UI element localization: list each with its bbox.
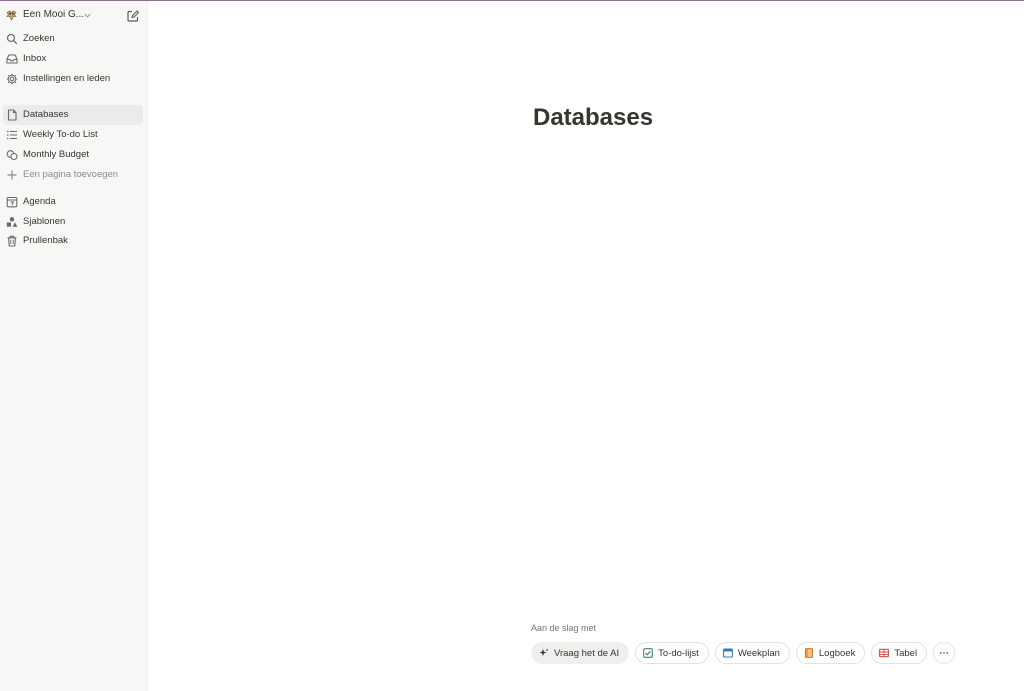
table-icon bbox=[879, 648, 890, 658]
sidebar-item-label: Agenda bbox=[23, 196, 56, 207]
trash-icon bbox=[7, 235, 17, 247]
owl-icon bbox=[6, 10, 17, 21]
workspace-name: Een Mooi G... bbox=[23, 9, 85, 20]
sidebar-item-templates[interactable]: Sjablonen bbox=[3, 212, 143, 232]
sidebar-item-add-page[interactable]: Een pagina toevoegen bbox=[3, 165, 143, 185]
sidebar-item-weekly-todo[interactable]: Weekly To-do List bbox=[3, 125, 143, 145]
sidebar-item-label: Een pagina toevoegen bbox=[23, 169, 119, 180]
search-icon bbox=[6, 33, 18, 45]
sidebar-item-label: Inbox bbox=[23, 53, 47, 64]
sidebar-item-label: Instellingen en leden bbox=[23, 73, 111, 84]
todo-list-chip[interactable]: To-do-lijst bbox=[635, 642, 709, 664]
sidebar-item-label: Prullenbak bbox=[23, 235, 68, 246]
getting-started-chips: Vraag het de AI To-do-lijst Weekplan Log… bbox=[531, 642, 956, 664]
calendar-window-icon bbox=[722, 648, 733, 658]
new-page-icon[interactable] bbox=[126, 9, 140, 23]
sidebar-item-databases[interactable]: Databases bbox=[3, 105, 143, 125]
calendar-icon bbox=[6, 196, 18, 208]
sidebar-item-monthly-budget[interactable]: Monthly Budget bbox=[3, 145, 143, 165]
sidebar-item-trash[interactable]: Prullenbak bbox=[3, 231, 143, 251]
sidebar-item-label: Monthly Budget bbox=[23, 149, 90, 160]
checkbox-icon bbox=[643, 648, 654, 658]
page-title[interactable]: Databases bbox=[533, 104, 653, 132]
coins-icon bbox=[6, 150, 18, 161]
page-icon bbox=[7, 109, 17, 121]
ellipsis-icon bbox=[939, 652, 949, 654]
sidebar-item-label: Sjablonen bbox=[23, 216, 66, 227]
table-chip[interactable]: Tabel bbox=[871, 642, 928, 664]
gear-icon bbox=[6, 73, 18, 85]
sidebar-item-search[interactable]: Zoeken bbox=[3, 29, 143, 49]
inbox-icon bbox=[6, 54, 18, 64]
chip-label: Logboek bbox=[818, 647, 856, 659]
list-icon bbox=[7, 130, 17, 140]
plus-icon bbox=[7, 170, 17, 180]
chip-label: Tabel bbox=[894, 647, 918, 659]
sidebar-item-label: Databases bbox=[23, 109, 69, 120]
sparkle-icon bbox=[539, 648, 549, 656]
window-top-border bbox=[0, 0, 1024, 1]
sidebar-item-settings[interactable]: Instellingen en leden bbox=[3, 69, 143, 89]
shapes-icon bbox=[6, 217, 18, 227]
logbook-chip[interactable]: Logboek bbox=[795, 642, 866, 664]
book-icon bbox=[804, 648, 813, 658]
more-options-button[interactable] bbox=[933, 642, 956, 664]
sidebar: Een Mooi G... Zoeken Inbox Instellingen … bbox=[0, 1, 148, 691]
sidebar-item-inbox[interactable]: Inbox bbox=[3, 49, 143, 69]
getting-started-label: Aan de slag met bbox=[531, 623, 597, 633]
chevron-down-icon bbox=[84, 13, 91, 18]
sidebar-item-label: Weekly To-do List bbox=[23, 129, 98, 140]
chip-label: Weekplan bbox=[737, 647, 780, 659]
ask-ai-chip[interactable]: Vraag het de AI bbox=[531, 642, 630, 664]
sidebar-item-label: Zoeken bbox=[23, 33, 55, 44]
chip-label: To-do-lijst bbox=[658, 647, 699, 659]
sidebar-item-agenda[interactable]: Agenda bbox=[3, 192, 143, 212]
chip-label: Vraag het de AI bbox=[554, 647, 620, 659]
weekplan-chip[interactable]: Weekplan bbox=[714, 642, 790, 664]
